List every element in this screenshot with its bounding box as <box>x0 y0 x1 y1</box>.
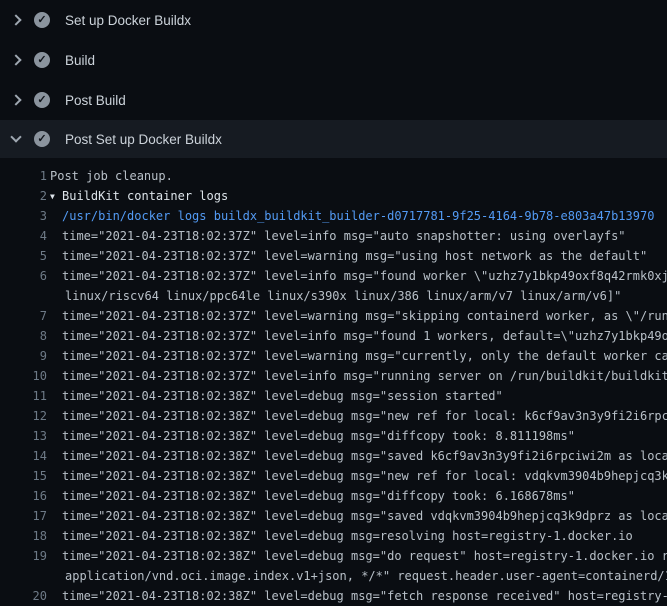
line-number[interactable]: 17 <box>0 509 47 523</box>
chevron-right-icon <box>8 12 24 28</box>
log-line: linux/riscv64 linux/ppc64le linux/s390x … <box>0 286 667 306</box>
step-label: Build <box>65 53 95 68</box>
step-label: Post Build <box>65 93 126 108</box>
log-line: 20 time="2021-04-23T18:02:38Z" level=debu… <box>0 586 667 606</box>
log-text: time="2021-04-23T18:02:38Z" level=debug … <box>62 389 503 403</box>
log-text: time="2021-04-23T18:02:37Z" level=info m… <box>62 369 667 383</box>
log-line: 12 time="2021-04-23T18:02:38Z" level=debu… <box>0 406 667 426</box>
log-text: time="2021-04-23T18:02:37Z" level=info m… <box>62 329 667 343</box>
log-line: 17 time="2021-04-23T18:02:38Z" level=debu… <box>0 506 667 526</box>
chevron-right-icon <box>10 14 21 25</box>
log-text: time="2021-04-23T18:02:38Z" level=debug … <box>62 529 633 543</box>
check-circle-icon: ✓ <box>34 92 50 108</box>
log-text: time="2021-04-23T18:02:37Z" level=warnin… <box>62 309 667 323</box>
step-header-post-set-up-docker-buildx[interactable]: ✓ Post Set up Docker Buildx <box>0 120 667 158</box>
log-line: 19 time="2021-04-23T18:02:38Z" level=debu… <box>0 546 667 566</box>
line-number[interactable]: 9 <box>0 349 47 363</box>
log-line: application/vnd.oci.image.index.v1+json,… <box>0 566 667 586</box>
line-number[interactable]: 14 <box>0 449 47 463</box>
log-group-title[interactable]: BuildKit container logs <box>62 189 228 203</box>
line-number[interactable]: 20 <box>0 589 47 603</box>
line-number[interactable]: 11 <box>0 389 47 403</box>
check-circle-icon: ✓ <box>34 131 50 147</box>
step-label: Set up Docker Buildx <box>65 13 191 28</box>
log-text: time="2021-04-23T18:02:38Z" level=debug … <box>62 589 667 603</box>
line-number[interactable]: 4 <box>0 229 47 243</box>
chevron-right-icon <box>10 54 21 65</box>
chevron-right-icon <box>8 92 24 108</box>
step-header-set-up-docker-buildx[interactable]: ✓ Set up Docker Buildx <box>0 0 667 40</box>
log-line: 3/usr/bin/docker logs buildx_buildkit_bu… <box>0 206 667 226</box>
line-number[interactable]: 2 <box>0 189 47 203</box>
line-number[interactable]: 13 <box>0 429 47 443</box>
log-section: 1Post job cleanup.2▼BuildKit container l… <box>0 158 667 606</box>
log-line: 16 time="2021-04-23T18:02:38Z" level=debu… <box>0 486 667 506</box>
step-header-build[interactable]: ✓ Build <box>0 40 667 80</box>
check-circle-icon: ✓ <box>34 12 50 28</box>
line-number[interactable]: 16 <box>0 489 47 503</box>
log-text: time="2021-04-23T18:02:37Z" level=info m… <box>62 229 626 243</box>
log-text: time="2021-04-23T18:02:38Z" level=debug … <box>62 549 667 563</box>
log-line: 18 time="2021-04-23T18:02:38Z" level=debu… <box>0 526 667 546</box>
chevron-down-icon <box>8 131 24 147</box>
log-text: time="2021-04-23T18:02:38Z" level=debug … <box>62 469 667 483</box>
line-number[interactable]: 12 <box>0 409 47 423</box>
chevron-right-icon <box>10 94 21 105</box>
log-group-row: 2▼BuildKit container logs <box>0 186 667 206</box>
log-text: time="2021-04-23T18:02:38Z" level=debug … <box>62 409 667 423</box>
log-text: linux/riscv64 linux/ppc64le linux/s390x … <box>65 289 621 303</box>
log-text: time="2021-04-23T18:02:37Z" level=warnin… <box>62 349 667 363</box>
log-text: time="2021-04-23T18:02:38Z" level=debug … <box>62 429 575 443</box>
log-line: 8 time="2021-04-23T18:02:37Z" level=info … <box>0 326 667 346</box>
caret-down-icon[interactable]: ▼ <box>50 192 62 201</box>
log-text: time="2021-04-23T18:02:38Z" level=debug … <box>62 449 667 463</box>
log-line: 1Post job cleanup. <box>0 166 667 186</box>
line-number[interactable]: 19 <box>0 549 47 563</box>
log-line: 14 time="2021-04-23T18:02:38Z" level=debu… <box>0 446 667 466</box>
line-number[interactable]: 7 <box>0 309 47 323</box>
log-text: time="2021-04-23T18:02:38Z" level=debug … <box>62 509 667 523</box>
log-line: 13 time="2021-04-23T18:02:38Z" level=debu… <box>0 426 667 446</box>
log-text: time="2021-04-23T18:02:37Z" level=warnin… <box>62 249 647 263</box>
log-line: 15 time="2021-04-23T18:02:38Z" level=debu… <box>0 466 667 486</box>
line-number[interactable]: 10 <box>0 369 47 383</box>
line-number[interactable]: 1 <box>0 169 47 183</box>
check-circle-icon: ✓ <box>34 52 50 68</box>
log-line: 5 time="2021-04-23T18:02:37Z" level=warni… <box>0 246 667 266</box>
step-label: Post Set up Docker Buildx <box>65 132 222 147</box>
log-text: time="2021-04-23T18:02:37Z" level=info m… <box>62 269 667 283</box>
log-text: time="2021-04-23T18:02:38Z" level=debug … <box>62 489 575 503</box>
step-header-post-build[interactable]: ✓ Post Build <box>0 80 667 120</box>
log-line: 9 time="2021-04-23T18:02:37Z" level=warni… <box>0 346 667 366</box>
chevron-right-icon <box>8 52 24 68</box>
line-number[interactable]: 18 <box>0 529 47 543</box>
log-line: 4 time="2021-04-23T18:02:37Z" level=info … <box>0 226 667 246</box>
log-line: 7 time="2021-04-23T18:02:37Z" level=warni… <box>0 306 667 326</box>
steps-section: ✓ Set up Docker Buildx ✓ Build ✓ Post Build ✓ P… <box>0 0 667 158</box>
log-line: 10 time="2021-04-23T18:02:37Z" level=info… <box>0 366 667 386</box>
line-number[interactable]: 8 <box>0 329 47 343</box>
log-text: application/vnd.oci.image.index.v1+json,… <box>65 569 667 583</box>
line-number[interactable]: 5 <box>0 249 47 263</box>
log-command-text: /usr/bin/docker logs buildx_buildkit_bui… <box>62 209 654 223</box>
log-line: 11 time="2021-04-23T18:02:38Z" level=debu… <box>0 386 667 406</box>
line-number[interactable]: 6 <box>0 269 47 283</box>
log-text: Post job cleanup. <box>50 169 173 183</box>
chevron-down-icon <box>10 131 21 142</box>
line-number[interactable]: 15 <box>0 469 47 483</box>
log-line: 6 time="2021-04-23T18:02:37Z" level=info … <box>0 266 667 286</box>
line-number[interactable]: 3 <box>0 209 47 223</box>
